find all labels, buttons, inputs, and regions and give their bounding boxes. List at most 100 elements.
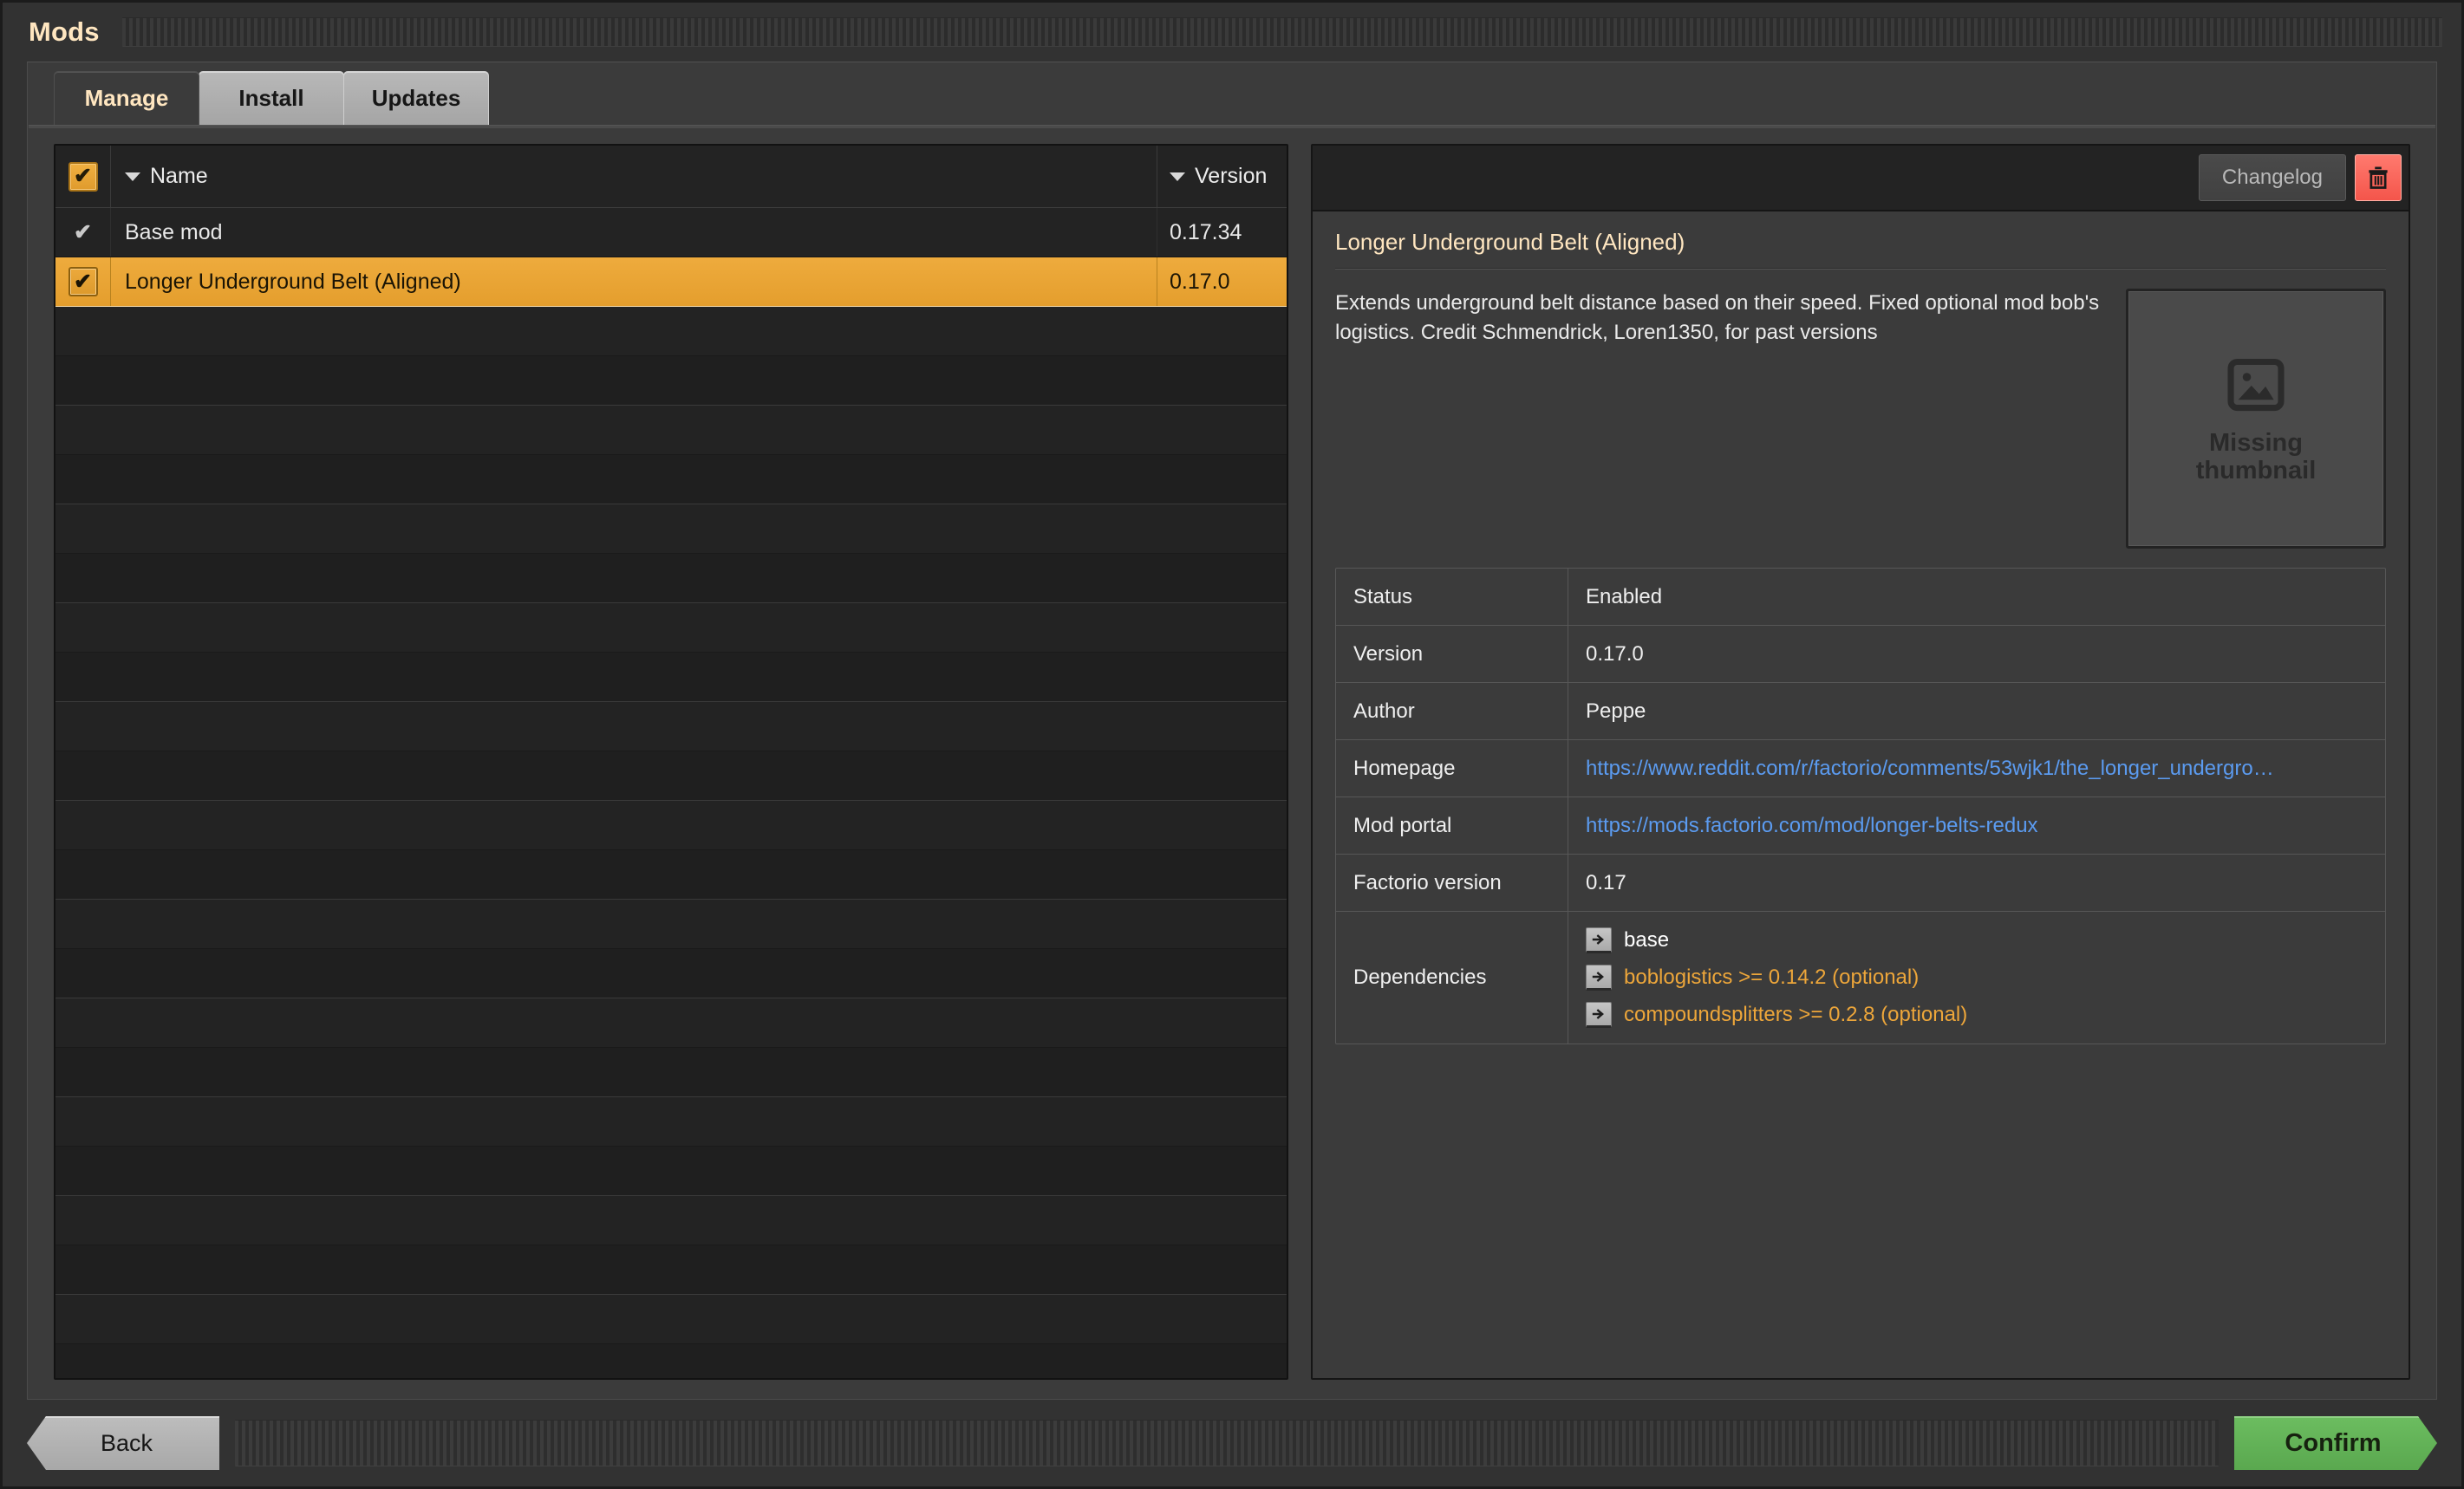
empty-list-row — [55, 1097, 1287, 1147]
page-title: Mods — [29, 16, 100, 47]
tab-install[interactable]: Install — [199, 71, 344, 125]
content-frame: Manage Install Updates ✔ Name Version ✔ … — [27, 62, 2437, 1400]
empty-list-row — [55, 603, 1287, 653]
row-mod-version: 0.17.0 — [1157, 257, 1287, 306]
mod-thumbnail-placeholder: Missing thumbnail — [2126, 289, 2386, 549]
details-toolbar: Changelog — [1313, 146, 2409, 211]
mod-description: Extends underground belt distance based … — [1335, 291, 2100, 345]
footer-bar: Back Confirm — [3, 1400, 2461, 1486]
info-key: Version — [1336, 626, 1568, 682]
info-row-mod-portal: Mod portal https://mods.factorio.com/mod… — [1336, 797, 2385, 855]
empty-list-row — [55, 554, 1287, 603]
mod-portal-link[interactable]: https://mods.factorio.com/mod/longer-bel… — [1568, 797, 2385, 854]
confirm-button-label: Confirm — [2285, 1428, 2382, 1457]
dependency-item[interactable]: base — [1586, 927, 1669, 953]
empty-list-row — [55, 949, 1287, 998]
dependencies-list: base boblogistics >= 0.14.2 (optional) c… — [1568, 912, 2385, 1044]
select-all-cell[interactable]: ✔ — [55, 146, 111, 207]
homepage-link[interactable]: https://www.reddit.com/r/factorio/commen… — [1568, 740, 2385, 797]
back-button-label: Back — [100, 1429, 153, 1456]
row-checkbox[interactable]: ✔ — [68, 267, 98, 296]
panes-container: ✔ Name Version ✔ Base mod 0.17.34 ✔ Long… — [28, 128, 2436, 1399]
details-body: Longer Underground Belt (Aligned) Extend… — [1313, 211, 2409, 1378]
empty-list-row — [55, 998, 1287, 1048]
homepage-link-text: https://www.reddit.com/r/factorio/commen… — [1586, 756, 2274, 780]
info-row-status: Status Enabled — [1336, 569, 2385, 626]
empty-list-row — [55, 455, 1287, 504]
info-key: Factorio version — [1336, 855, 1568, 911]
mods-window: Mods Manage Install Updates ✔ Name Versi… — [0, 0, 2464, 1489]
info-row-author: Author Peppe — [1336, 683, 2385, 740]
titlebar-drag-handle[interactable] — [121, 17, 2442, 47]
details-divider — [1335, 268, 2386, 270]
info-row-homepage: Homepage https://www.reddit.com/r/factor… — [1336, 740, 2385, 797]
confirm-button[interactable]: Confirm — [2234, 1416, 2437, 1470]
select-all-checkbox[interactable]: ✔ — [68, 161, 98, 192]
info-value: 0.17 — [1586, 870, 1626, 894]
mod-list-rows[interactable]: ✔ Base mod 0.17.34 ✔ Longer Underground … — [55, 208, 1287, 1378]
info-key: Author — [1336, 683, 1568, 739]
info-key: Status — [1336, 569, 1568, 625]
row-checkbox-cell[interactable]: ✔ — [55, 208, 111, 257]
column-header-version[interactable]: Version — [1157, 146, 1287, 207]
table-row[interactable]: ✔ Longer Underground Belt (Aligned) 0.17… — [55, 257, 1287, 307]
tab-manage[interactable]: Manage — [54, 71, 199, 125]
window-titlebar: Mods — [3, 3, 2461, 62]
info-value: Peppe — [1586, 699, 1646, 723]
footer-filler-strip — [235, 1420, 2219, 1466]
info-key: Dependencies — [1336, 912, 1568, 1044]
back-button[interactable]: Back — [27, 1416, 219, 1470]
tab-updates-label: Updates — [371, 85, 461, 111]
column-header-name[interactable]: Name — [111, 146, 1157, 207]
empty-rows-area — [55, 307, 1287, 1378]
dependency-label: boblogistics >= 0.14.2 (optional) — [1624, 966, 1920, 989]
dependency-label: base — [1624, 928, 1670, 952]
dependency-item[interactable]: compoundsplitters >= 0.2.8 (optional) — [1586, 1002, 1967, 1028]
row-mod-version: 0.17.34 — [1157, 208, 1287, 257]
delete-mod-button[interactable] — [2355, 154, 2402, 201]
dependency-label: compoundsplitters >= 0.2.8 (optional) — [1624, 1003, 1968, 1026]
trash-icon — [2369, 166, 2388, 189]
empty-list-row — [55, 406, 1287, 455]
info-value: Enabled — [1586, 584, 1663, 608]
tab-bar: Manage Install Updates — [28, 62, 2436, 125]
empty-list-row — [55, 900, 1287, 949]
tab-install-label: Install — [238, 85, 304, 111]
empty-list-row — [55, 1245, 1287, 1295]
mod-details-panel: Changelog Longer Underground Belt (Align… — [1311, 144, 2410, 1380]
empty-list-row — [55, 1048, 1287, 1097]
description-block: Extends underground belt distance based … — [1335, 289, 2386, 549]
row-mod-name: Base mod — [125, 219, 223, 244]
empty-list-row — [55, 504, 1287, 554]
mod-info-table: Status Enabled Version 0.17.0 Author Pep… — [1335, 568, 2386, 1044]
dependency-item[interactable]: boblogistics >= 0.14.2 (optional) — [1586, 965, 1919, 991]
thumbnail-caption: Missing thumbnail — [2195, 428, 2317, 484]
empty-list-row — [55, 751, 1287, 801]
version-sort-caret-icon — [1170, 172, 1185, 181]
details-mod-title: Longer Underground Belt (Aligned) — [1335, 229, 1685, 255]
info-row-dependencies: Dependencies base boblogistics >= 0.14.2… — [1336, 912, 2385, 1044]
tab-manage-label: Manage — [84, 85, 169, 111]
row-mod-name: Longer Underground Belt (Aligned) — [125, 269, 461, 294]
mod-portal-link-text: https://mods.factorio.com/mod/longer-bel… — [1586, 813, 2038, 837]
changelog-button[interactable]: Changelog — [2198, 154, 2346, 201]
mod-list-header: ✔ Name Version — [55, 146, 1287, 208]
empty-list-row — [55, 801, 1287, 850]
info-key: Mod portal — [1336, 797, 1568, 854]
empty-list-row — [55, 1295, 1287, 1344]
table-row[interactable]: ✔ Base mod 0.17.34 — [55, 208, 1287, 257]
row-checkbox-cell[interactable]: ✔ — [55, 257, 111, 306]
empty-list-row — [55, 356, 1287, 406]
arrow-right-icon — [1586, 927, 1612, 953]
info-row-version: Version 0.17.0 — [1336, 626, 2385, 683]
empty-list-row — [55, 307, 1287, 356]
tab-updates[interactable]: Updates — [343, 71, 489, 125]
empty-list-row — [55, 653, 1287, 702]
info-value: 0.17.0 — [1586, 641, 1644, 666]
empty-list-row — [55, 702, 1287, 751]
info-row-factorio-version: Factorio version 0.17 — [1336, 855, 2385, 912]
arrow-right-icon — [1586, 1002, 1612, 1028]
row-checkbox[interactable]: ✔ — [68, 218, 98, 247]
info-key: Homepage — [1336, 740, 1568, 797]
column-header-version-label: Version — [1195, 164, 1268, 188]
